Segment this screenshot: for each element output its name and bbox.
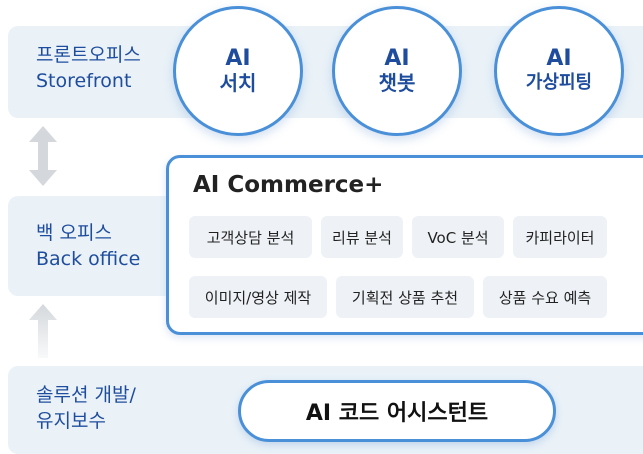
solution-label-line2: 유지보수	[36, 410, 106, 432]
ai-code-assistant-pill: AI 코드 어시스턴트	[238, 380, 556, 442]
front-office-label-en: Storefront	[36, 70, 132, 92]
ai-search-circle: AI 서치	[173, 6, 303, 136]
solution-label-line1: 솔루션 개발/	[36, 384, 136, 406]
back-office-label-ko: 백 오피스	[36, 222, 112, 244]
chip-product-demand-forecast: 상품 수요 예측	[483, 276, 607, 318]
chip-customer-consult-analysis: 고객상담 분석	[189, 216, 312, 258]
front-office-label-ko: 프론트오피스	[36, 44, 141, 66]
back-office-label-en: Back office	[36, 248, 141, 270]
ai-fitting-prefix: AI	[546, 46, 572, 71]
chip-promotion-product-recommendation: 기획전 상품 추천	[336, 276, 474, 318]
up-arrow-icon	[28, 304, 58, 358]
ai-chatbot-name: 챗봇	[378, 71, 416, 95]
solution-label: 솔루션 개발/ 유지보수	[36, 382, 136, 434]
back-office-label: 백 오피스 Back office	[36, 220, 140, 272]
ai-chatbot-circle: AI 챗봇	[332, 6, 462, 136]
ai-commerce-panel: AI Commerce+ 고객상담 분석 리뷰 분석 VoC 분석 카피라이터 …	[166, 155, 643, 335]
ai-virtual-fitting-circle: AI 가상피팅	[494, 6, 624, 136]
ai-search-prefix: AI	[225, 46, 251, 71]
ai-search-name: 서치	[219, 71, 257, 95]
ai-fitting-name: 가상피팅	[525, 72, 593, 93]
front-office-label: 프론트오피스 Storefront	[36, 42, 141, 94]
chip-voc-analysis: VoC 분석	[412, 216, 504, 258]
chip-copywriter: 카피라이터	[513, 216, 607, 258]
chip-review-analysis: 리뷰 분석	[321, 216, 403, 258]
double-arrow-icon	[28, 126, 58, 186]
chip-image-video-production: 이미지/영상 제작	[189, 276, 327, 318]
ai-commerce-title: AI Commerce+	[193, 172, 384, 198]
ai-chatbot-prefix: AI	[384, 46, 410, 71]
